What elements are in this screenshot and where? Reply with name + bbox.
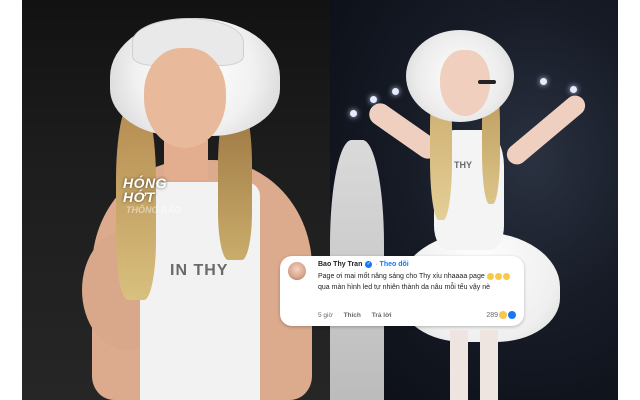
author-name[interactable]: Bao Thy Tran xyxy=(318,261,362,268)
watermark-small: THÔNG BÁO xyxy=(126,205,181,215)
laughing-emoji-icon xyxy=(494,272,502,280)
verified-badge-icon: ✓ xyxy=(365,260,373,268)
facebook-comment: Bao Thy Tran ✓ · Theo dõi Page ơi mai mố… xyxy=(280,256,524,326)
reply-button[interactable]: Trả lời xyxy=(372,312,392,319)
stage-light xyxy=(370,96,377,103)
face xyxy=(144,48,226,148)
watermark: HÓNG HỚT xyxy=(123,175,167,205)
shirt-print: THY xyxy=(454,160,472,170)
photo-right: THY xyxy=(330,0,618,400)
comment-actions: 5 giờ Thích Trả lời xyxy=(318,312,401,319)
avatar[interactable] xyxy=(288,262,306,280)
headset-mic xyxy=(478,80,496,84)
laughing-emoji-icon xyxy=(486,272,494,280)
separator-dot: · xyxy=(375,261,378,268)
comment-time: 5 giờ xyxy=(318,312,333,319)
comment-text-part1: Page ơi mai mốt nâng sáng cho Thy xíu nh… xyxy=(318,273,485,280)
leg xyxy=(480,330,498,400)
comment-body: Bao Thy Tran ✓ · Theo dõi Page ơi mai mố… xyxy=(318,260,516,293)
reaction-summary[interactable]: 289 xyxy=(486,311,516,319)
like-button[interactable]: Thích xyxy=(344,312,361,319)
stage-light xyxy=(392,88,399,95)
shirt-print: IN THY xyxy=(170,262,229,279)
comment-text: Page ơi mai mốt nâng sáng cho Thy xíu nh… xyxy=(318,271,516,293)
comment-header: Bao Thy Tran ✓ · Theo dõi xyxy=(318,260,516,270)
reaction-count: 289 xyxy=(486,311,498,319)
comment-text-part2: qua màn hình led tự nhiên thành da nâu m… xyxy=(318,284,491,291)
stage-light xyxy=(540,78,547,85)
leg xyxy=(450,330,468,400)
stage-light xyxy=(350,110,357,117)
laughing-emoji-icon xyxy=(502,272,510,280)
arm-shape xyxy=(502,91,590,169)
haha-reaction-icon xyxy=(499,311,507,319)
stage-light xyxy=(570,86,577,93)
like-reaction-icon xyxy=(508,311,516,319)
follow-button[interactable]: Theo dõi xyxy=(380,261,409,268)
photo-left: HÓNG HỚT THÔNG BÁO IN THY xyxy=(22,0,330,400)
